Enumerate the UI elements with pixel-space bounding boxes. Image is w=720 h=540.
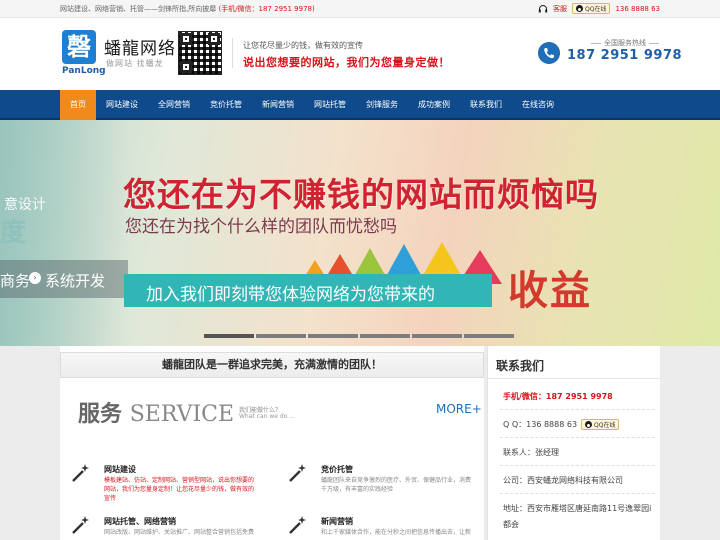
banner-side-text-2: 度 [0, 218, 27, 248]
service-item-desc: 模板建站、仿站、定制网站、营销型网站，说出你想要的网站，我们为您量身定制！让您花… [104, 477, 255, 502]
nav-item-marketing[interactable]: 全网营销 [148, 90, 200, 120]
service-item-title: 网站建设 [104, 465, 136, 474]
site-header: 磬 PanLong 蟠龍网络 做网站 找蟠龙 让您花尽量少的钱，做有效的宣传 说… [0, 18, 720, 90]
contact-qq-online-button[interactable]: QQ在线 [581, 419, 620, 430]
nav-item-web-build[interactable]: 网站建设 [96, 90, 148, 120]
logo-name[interactable]: 蟠龍网络 [104, 34, 176, 59]
nav-item-consult[interactable]: 在线咨询 [512, 90, 564, 120]
banner-side-text-1: 意设计 [4, 197, 46, 213]
service-heading: 服务 SERVICE [78, 396, 234, 428]
service-heading-cn: 服务 [78, 402, 123, 427]
banner-title: 您还在为不赚钱的网站而烦恼吗 [123, 175, 599, 214]
logo-slogan: 做网站 找蟠龙 [106, 59, 164, 68]
banner-highlight-word: 收益 [508, 268, 592, 314]
nav-item-home[interactable]: 首页 [60, 90, 96, 120]
team-banner: 蟠龍团队是一群追求完美，充满激情的团队！ [60, 352, 484, 378]
top-phone: (手机/微信：187 2951 9978) [218, 5, 315, 13]
nav-item-news-marketing[interactable]: 新闻营销 [252, 90, 304, 120]
contact-address: 地址：西安市雁塔区唐延南路11号逸翠园i [503, 504, 652, 513]
banner-subtitle: 您还在为找个什么样的团队而忧愁吗 [125, 217, 397, 237]
top-qq-number: 136 8888 63 [615, 4, 660, 13]
kefu-link[interactable]: 客服 [553, 4, 567, 14]
service-item-desc: 网站改版、网站维护、关站推广、网站整合营销包括免费 [104, 529, 255, 536]
nav-item-bidding[interactable]: 竞价托管 [200, 90, 252, 120]
qq-online-label: QQ在线 [594, 422, 616, 429]
headset-icon [538, 4, 548, 12]
phone-icon [538, 42, 560, 64]
service-heading-en: SERVICE [129, 402, 235, 427]
contact-address-cont: 都会 [503, 520, 519, 529]
top-slogan-text: 网站建设、网络营销、托管——剑锋所指,所向披靡 [60, 5, 217, 13]
logo-mark[interactable]: 磬 [62, 30, 96, 64]
nav-item-contact[interactable]: 联系我们 [460, 90, 512, 120]
logo-pinyin: PanLong [62, 66, 106, 76]
magic-wand-icon [72, 464, 89, 482]
top-info-bar: 网站建设、网络营销、托管——剑锋所指,所向披靡 (手机/微信：187 2951 … [0, 0, 720, 18]
service-item-desc: 蟠龍团队来自竞争激烈的医疗、外贸、保健品行业，消费千万级，有丰富的实践经验 [321, 477, 472, 493]
banner-cta-text: 加入我们即刻带您体验网络为您带来的 [146, 285, 435, 305]
banner-pagination [204, 334, 514, 338]
nav-item-cases[interactable]: 成功案例 [408, 90, 460, 120]
magic-wand-icon [72, 516, 89, 534]
header-tagline: 让您花尽量少的钱，做有效的宣传 [243, 41, 363, 50]
top-contact: 客服 QQ在线 136 8888 63 [538, 3, 660, 14]
contact-qq-row: Q Q：136 8888 63 QQ在线 [503, 419, 620, 430]
slide-dot-5[interactable] [412, 334, 462, 338]
arrow-right-icon: › [29, 272, 41, 284]
service-more-link[interactable]: MORE+ [436, 402, 482, 416]
header-tagline-highlight: 说出您想要的网站，我们为您量身定做！ [243, 56, 450, 69]
hotline-label: 全国服务热线 [588, 38, 662, 48]
contact-qq: Q Q：136 8888 63 [503, 420, 578, 429]
service-item-desc: 和上千家媒体合作，能在分秒之间把信息传播出去，让新 [321, 529, 472, 536]
contact-person: 联系人：张经理 [503, 448, 559, 457]
qq-penguin-icon [576, 5, 583, 12]
slide-dot-3[interactable] [308, 334, 358, 338]
main-nav: 首页 网站建设 全网营销 竞价托管 新闻营销 网站托管 剑锋服务 成功案例 联系… [0, 90, 720, 120]
qr-code [178, 31, 222, 75]
magic-wand-icon [289, 464, 306, 482]
nav-item-hosting[interactable]: 网站托管 [304, 90, 356, 120]
qq-online-label: QQ在线 [585, 6, 607, 13]
slide-dot-6[interactable] [464, 334, 514, 338]
qq-penguin-icon [585, 421, 593, 428]
hotline-number: 187 2951 9978 [567, 48, 683, 63]
contact-company: 公司：西安蟠龙网络科技有限公司 [503, 476, 623, 485]
service-item-title: 网站托管、网络营销 [104, 517, 176, 526]
contact-phone: 手机/微信：187 2951 9978 [503, 392, 613, 401]
hero-banner[interactable]: 意设计 度 商务 › 系统开发 您还在为不赚钱的网站而烦恼吗 您还在为找个什么样… [0, 120, 720, 346]
banner-side-text-3: 商务 [0, 272, 31, 290]
nav-item-service[interactable]: 剑锋服务 [356, 90, 408, 120]
slide-dot-1[interactable] [204, 334, 254, 338]
qq-online-button[interactable]: QQ在线 [572, 3, 611, 14]
slide-dot-2[interactable] [256, 334, 306, 338]
service-item-title: 竞价托管 [321, 465, 353, 474]
top-slogan: 网站建设、网络营销、托管——剑锋所指,所向披靡 (手机/微信：187 2951 … [60, 4, 315, 14]
service-question-en: What can we do ... [239, 413, 295, 420]
slide-dot-4[interactable] [360, 334, 410, 338]
service-item-title: 新闻营销 [321, 517, 353, 526]
header-divider [232, 38, 233, 68]
banner-side-text-4: 系统开发 [45, 272, 106, 290]
magic-wand-icon [289, 516, 306, 534]
contact-title: 联系我们 [496, 359, 545, 373]
